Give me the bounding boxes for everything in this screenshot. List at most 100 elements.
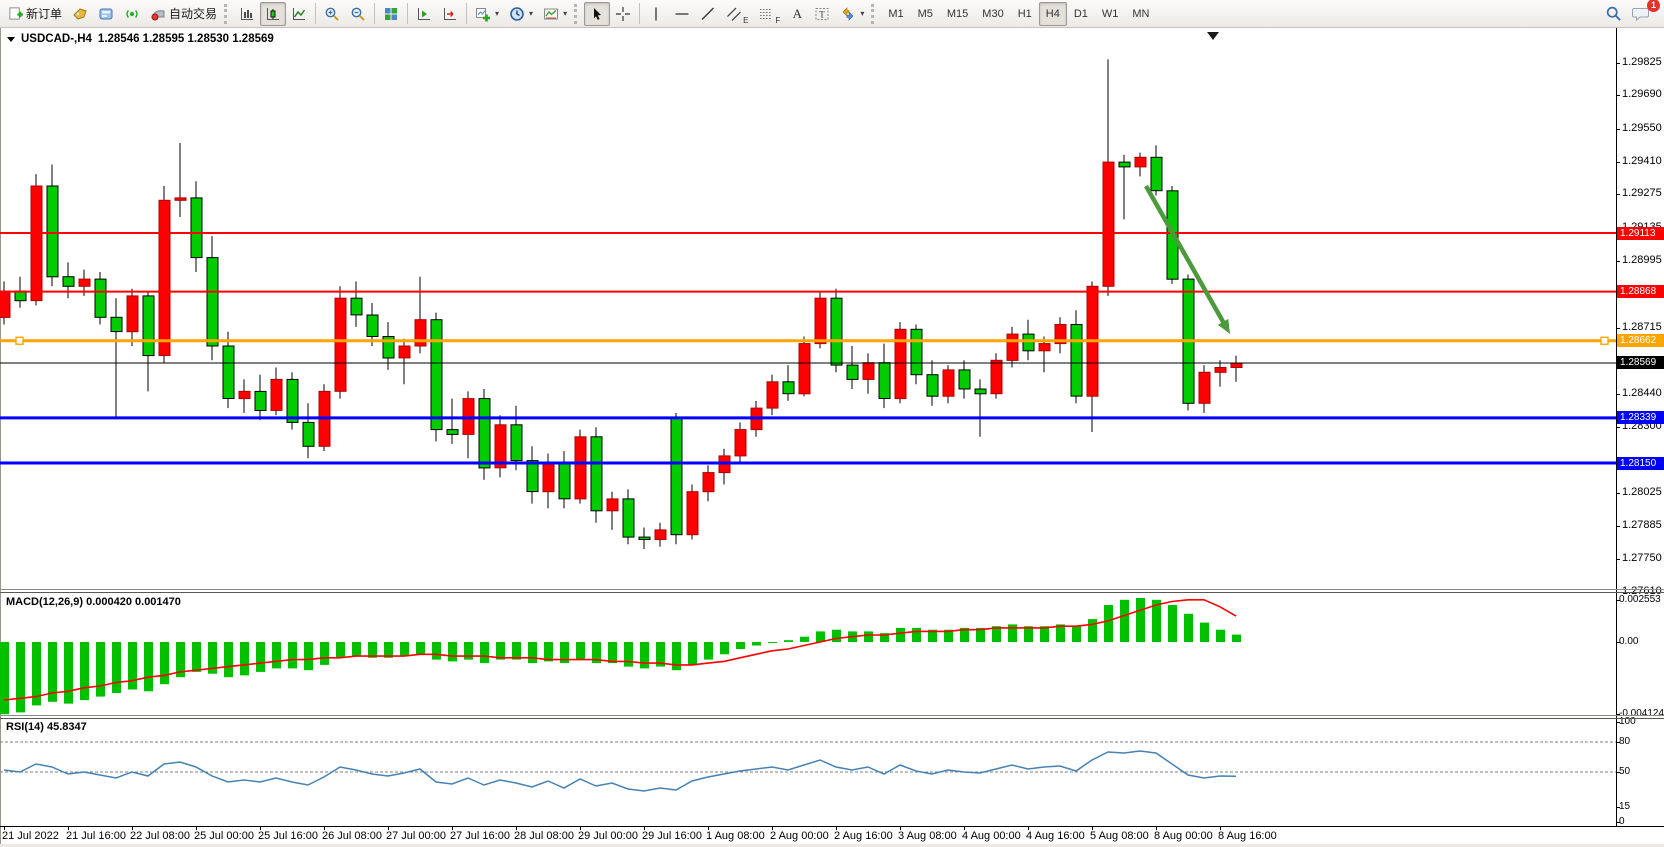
notification-badge: 1 — [1647, 0, 1660, 12]
time-axis-label: 2 Aug 00:00 — [770, 830, 829, 842]
candlestick-chart-button[interactable] — [260, 2, 286, 26]
cursor-icon — [589, 6, 605, 22]
time-axis-label: 22 Jul 08:00 — [130, 830, 190, 842]
chart-window[interactable] — [0, 28, 1664, 847]
horizontal-line-tool-button[interactable] — [669, 2, 695, 26]
time-axis-label: 8 Aug 16:00 — [1218, 830, 1277, 842]
tile-windows-button[interactable] — [378, 2, 404, 26]
timeframe-button-m5[interactable]: M5 — [911, 2, 940, 26]
timeframe-button-mn[interactable]: MN — [1125, 2, 1156, 26]
arrows-tool-button[interactable]: ▾ — [835, 2, 869, 26]
price-tick-label: 1.27750 — [1622, 552, 1662, 564]
notifications-button[interactable]: 1 — [1627, 2, 1655, 26]
text-tool-button[interactable]: A — [785, 2, 809, 26]
bar-chart-button[interactable] — [234, 2, 260, 26]
ohlc-label: 1.28546 1.28595 1.28530 1.28569 — [98, 33, 274, 45]
macd-axis-label: 0.00 — [1619, 636, 1638, 647]
autotrading-icon — [150, 6, 166, 22]
toolbar-grip — [574, 4, 580, 24]
toolbar-grip — [224, 4, 230, 24]
new-order-button[interactable]: 新订单 — [3, 2, 67, 26]
indicators-button[interactable]: ▾ — [470, 2, 504, 26]
timeframe-button-m15[interactable]: M15 — [940, 2, 975, 26]
navigator-button[interactable] — [93, 2, 119, 26]
timeframe-button-m30[interactable]: M30 — [975, 2, 1010, 26]
time-axis-divider — [0, 826, 1664, 827]
new-order-icon — [8, 6, 23, 21]
clock-icon — [509, 6, 525, 22]
rsi-panel-divider-inner — [0, 718, 1664, 719]
time-axis-label: 27 Jul 00:00 — [386, 830, 446, 842]
trendline-tool-button[interactable] — [695, 2, 721, 26]
chevron-down-icon: ▾ — [495, 9, 499, 18]
timeframe-button-d1[interactable]: D1 — [1067, 2, 1095, 26]
line-chart-button[interactable] — [286, 2, 312, 26]
macd-label: MACD(12,26,9) 0.000420 0.001470 — [6, 596, 181, 608]
time-axis-label: 21 Jul 16:00 — [66, 830, 126, 842]
rsi-axis-label: 50 — [1619, 766, 1630, 777]
channel-tool-button[interactable]: E — [721, 2, 753, 26]
search-button[interactable] — [1600, 2, 1627, 26]
time-axis-label: 2 Aug 16:00 — [834, 830, 893, 842]
timeframe-button-m1[interactable]: M1 — [881, 2, 910, 26]
time-axis-label: 25 Jul 00:00 — [194, 830, 254, 842]
fibonacci-tool-button[interactable]: F — [753, 2, 785, 26]
rsi-axis-label: 15 — [1619, 801, 1630, 812]
chart-shift-button[interactable] — [437, 2, 463, 26]
timeframe-button-h1[interactable]: H1 — [1011, 2, 1039, 26]
timeframe-button-w1[interactable]: W1 — [1095, 2, 1126, 26]
time-axis-label: 5 Aug 08:00 — [1090, 830, 1149, 842]
line-chart-icon — [291, 6, 307, 22]
time-axis-label: 29 Jul 16:00 — [642, 830, 702, 842]
price-level-badge: 1.28662 — [1617, 334, 1664, 347]
text-label-tool-button[interactable]: T — [809, 2, 835, 26]
horizontal-line-icon — [674, 6, 690, 22]
zoom-out-button[interactable] — [345, 2, 371, 26]
rsi-axis-label: 80 — [1619, 736, 1630, 747]
rsi-panel-divider[interactable] — [0, 715, 1664, 716]
time-axis-label: 8 Aug 00:00 — [1154, 830, 1213, 842]
bar-chart-icon — [239, 6, 255, 22]
chevron-down-icon: ▾ — [860, 9, 864, 18]
price-tick-label: 1.28995 — [1622, 254, 1662, 266]
price-tick-label: 1.28025 — [1622, 486, 1662, 498]
search-icon — [1605, 5, 1622, 22]
main-toolbar: 新订单 自动交易 — [0, 0, 1664, 28]
tile-windows-icon — [383, 6, 399, 22]
price-tick-label: 1.29690 — [1622, 88, 1662, 100]
price-axis-line — [1616, 28, 1617, 826]
time-axis-label: 4 Aug 16:00 — [1026, 830, 1085, 842]
crosshair-icon — [615, 6, 631, 22]
fibonacci-icon — [758, 6, 774, 22]
add-indicator-icon — [475, 6, 491, 22]
timeframe-button-h4[interactable]: H4 — [1039, 2, 1067, 26]
time-axis-label: 25 Jul 16:00 — [258, 830, 318, 842]
zoom-in-button[interactable] — [319, 2, 345, 26]
arrows-icon — [840, 6, 856, 22]
macd-panel-divider-inner — [0, 592, 1664, 593]
symbol-dropdown-icon[interactable] — [7, 37, 15, 42]
timeframe-group: M1M5M15M30H1H4D1W1MN — [881, 2, 1156, 26]
price-level-badge: 1.28868 — [1617, 285, 1664, 298]
templates-button[interactable]: ▾ — [538, 2, 572, 26]
vertical-line-tool-button[interactable] — [643, 2, 669, 26]
price-tick-label: 1.28440 — [1622, 387, 1662, 399]
autotrading-label: 自动交易 — [169, 5, 217, 22]
fibonacci-tool-sub-label: F — [775, 16, 780, 25]
template-icon — [543, 6, 559, 22]
signals-button[interactable] — [119, 2, 145, 26]
autotrading-button[interactable]: 自动交易 — [145, 2, 222, 26]
time-axis-label: 1 Aug 08:00 — [706, 830, 765, 842]
cursor-tool-button[interactable] — [584, 2, 610, 26]
text-label-icon: T — [814, 6, 830, 22]
toolbar-separator — [639, 3, 640, 24]
time-axis-label: 3 Aug 08:00 — [898, 830, 957, 842]
periods-button[interactable]: ▾ — [504, 2, 538, 26]
macd-panel-divider[interactable] — [0, 589, 1664, 590]
crosshair-tool-button[interactable] — [610, 2, 636, 26]
equidistant-channel-icon — [726, 6, 742, 22]
price-tick-label: 1.28715 — [1622, 321, 1662, 333]
chevron-down-icon: ▾ — [563, 9, 567, 18]
auto-scroll-button[interactable] — [411, 2, 437, 26]
market-watch-button[interactable] — [67, 2, 93, 26]
